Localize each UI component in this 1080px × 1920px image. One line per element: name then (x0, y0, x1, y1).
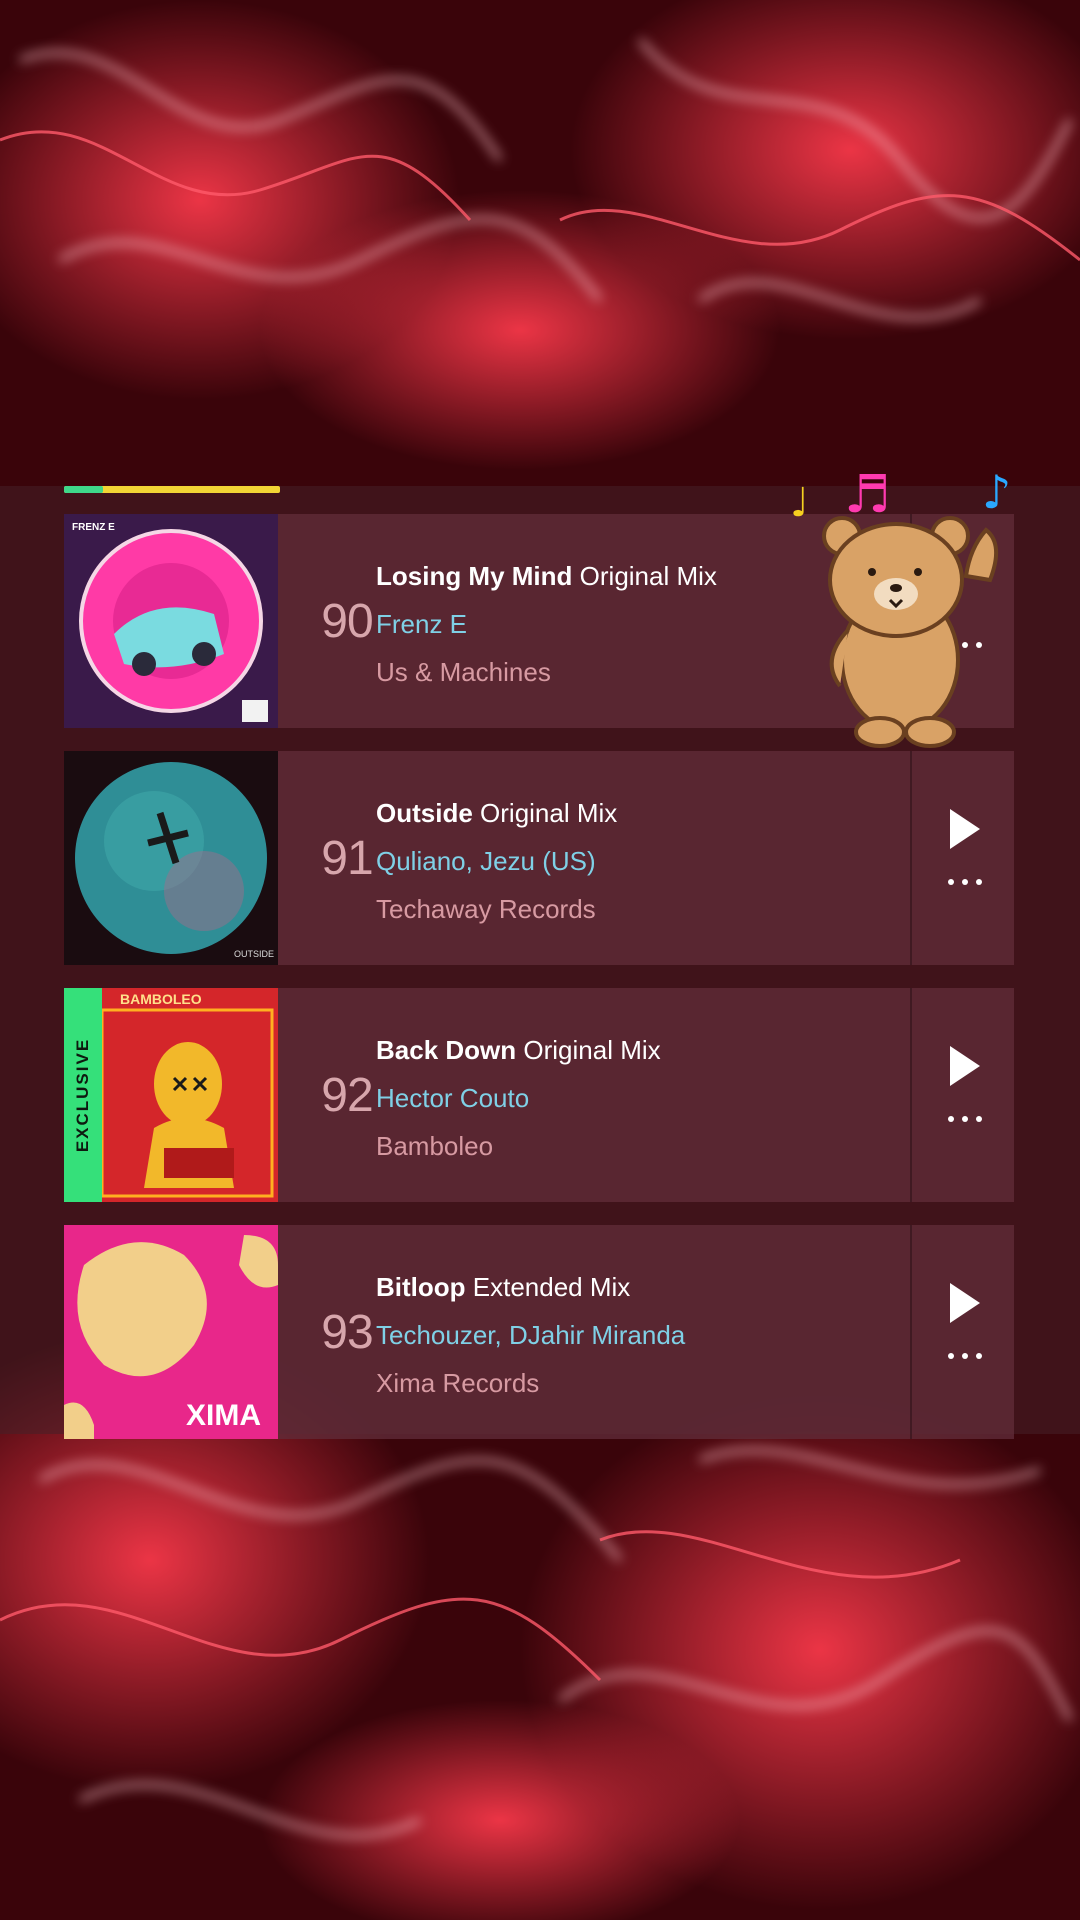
track-name[interactable]: Losing My Mind (376, 561, 572, 591)
track-artists[interactable]: Quliano, Jezu (US) (376, 843, 936, 879)
album-art[interactable]: XIMA (64, 1225, 278, 1439)
album-art-frenz-e: FRENZ E (64, 514, 278, 728)
album-art[interactable]: OUTSIDE (64, 751, 278, 965)
track-mix: Original Mix (480, 798, 618, 828)
track-row[interactable]: OUTSIDE 91 Outside Original Mix Quliano,… (64, 751, 1014, 965)
album-art-text: BAMBOLEO (120, 991, 202, 1007)
playback-progress-bar[interactable] (64, 486, 280, 493)
track-controls (910, 1225, 1016, 1439)
track-title[interactable]: Back Down Original Mix (376, 1032, 936, 1068)
track-mix: Original Mix (579, 561, 717, 591)
track-name[interactable]: Back Down (376, 1035, 516, 1065)
music-note-icon: ♪ (982, 465, 1011, 519)
play-icon[interactable] (950, 1046, 980, 1086)
exclusive-badge: EXCLUSIVE (64, 988, 102, 1202)
progress-fill (64, 486, 103, 493)
album-art-outside: OUTSIDE (64, 751, 278, 965)
track-label[interactable]: Bamboleo (376, 1128, 936, 1164)
more-options-icon[interactable] (948, 879, 982, 887)
album-art-xima: XIMA (64, 1225, 278, 1439)
music-note-icon: ♩ (790, 480, 809, 526)
more-options-icon[interactable] (948, 1116, 982, 1124)
music-note-icon: ♬ (844, 465, 891, 525)
play-icon[interactable] (950, 1283, 980, 1323)
album-art[interactable]: FRENZ E (64, 514, 278, 728)
track-title[interactable]: Outside Original Mix (376, 795, 936, 831)
track-controls (910, 988, 1016, 1202)
track-name[interactable]: Bitloop (376, 1272, 466, 1302)
dancing-bear-sticker: ♩ ♬ ♪ (790, 465, 1011, 748)
track-mix: Extended Mix (472, 1272, 631, 1302)
album-art-text: FRENZ E (72, 522, 115, 533)
track-row[interactable]: BAMBOLEO EXCLUSIVE 92 Back Down Original… (64, 988, 1014, 1202)
track-row[interactable]: XIMA 93 Bitloop Extended Mix Techouzer, … (64, 1225, 1014, 1439)
album-art-text: OUTSIDE (234, 949, 274, 959)
track-title[interactable]: Bitloop Extended Mix (376, 1269, 936, 1305)
track-artists[interactable]: Techouzer, DJahir Miranda (376, 1317, 936, 1353)
track-name[interactable]: Outside (376, 798, 473, 828)
album-art-text: XIMA (186, 1399, 261, 1432)
track-label[interactable]: Techaway Records (376, 891, 936, 927)
track-artists[interactable]: Hector Couto (376, 1080, 936, 1116)
track-label[interactable]: Xima Records (376, 1365, 936, 1401)
track-mix: Original Mix (523, 1035, 661, 1065)
track-controls (910, 751, 1016, 965)
play-icon[interactable] (950, 809, 980, 849)
more-options-icon[interactable] (948, 1353, 982, 1361)
album-art[interactable]: BAMBOLEO EXCLUSIVE (64, 988, 278, 1202)
